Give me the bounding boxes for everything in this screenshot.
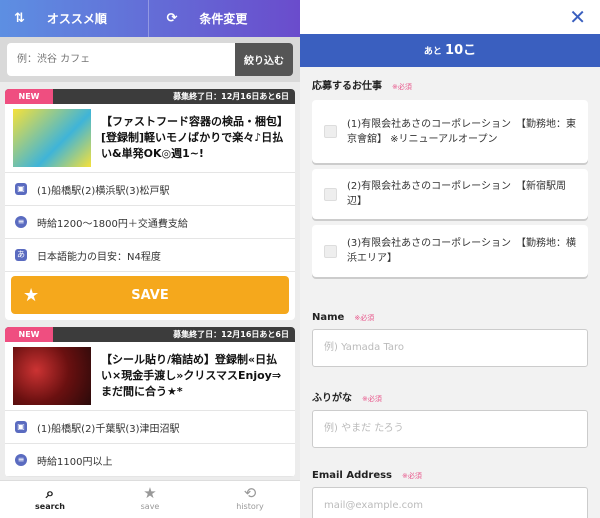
new-badge: NEW: [5, 327, 53, 342]
required-mark: ※必須: [402, 472, 422, 480]
nav-label: history: [236, 502, 264, 511]
job-image: [13, 347, 91, 405]
language: 日本語能力の目安：N4程度: [37, 251, 161, 263]
star-icon: ★: [143, 484, 157, 502]
job-list-panel: ⇅ オススメ順 ⟳ 条件変更 絞り込む NEW 募集終了日：12月16日あと6日 【フ…: [0, 0, 300, 518]
nav-label: save: [140, 502, 160, 511]
name-label: Name: [312, 312, 345, 323]
filter-button[interactable]: ⟳ 条件変更: [147, 0, 301, 37]
required-mark: ※必須: [354, 314, 375, 322]
checkbox[interactable]: [324, 187, 337, 201]
save-button[interactable]: ★ SAVE: [11, 276, 289, 314]
sort-button[interactable]: ⇅ オススメ順: [0, 0, 148, 37]
coins-icon: ≡: [15, 216, 27, 228]
language-icon: あ: [15, 249, 27, 261]
job-option[interactable]: (2)有限会社あさのコーポレーション 【新宿駅周辺】: [312, 169, 588, 219]
history-icon: ⟲: [243, 484, 257, 502]
jobs-label: 応募するお仕事: [312, 81, 382, 92]
name-input[interactable]: 例) Yamada Taro: [312, 329, 588, 367]
nav-save[interactable]: ★ save: [100, 481, 200, 518]
nav-label: search: [35, 502, 65, 511]
search-icon: ⌕: [45, 484, 55, 502]
kana-input[interactable]: 例) やまだ たろう: [312, 410, 588, 448]
station: (1)船橋駅(2)横浜駅(3)松戸駅: [37, 185, 170, 197]
job-option-label: (3)有限会社あさのコーポレーション 【勤務地：横浜エリア】: [347, 238, 576, 264]
email-input[interactable]: mail@example.com: [312, 487, 588, 518]
search-bar: 絞り込む: [0, 37, 300, 82]
job-title[interactable]: 【シール貼り/箱詰め】登録制«日払い×現金手渡し»クリスマスEnjoy⇒まだ間に…: [101, 352, 287, 400]
deadline: 募集終了日：12月16日あと6日: [173, 330, 289, 339]
refresh-icon: ⟳: [166, 11, 178, 26]
deadline: 募集終了日：12月16日あと6日: [173, 92, 289, 101]
email-label: Email Address: [312, 470, 393, 481]
remaining-count: 10こ: [445, 43, 477, 58]
apply-form-panel: ✕ あと 10こ 応募するお仕事 ※必須 (1)有限会社あさのコーポレーション 【…: [300, 0, 600, 518]
job-option-label: (1)有限会社あさのコーポレーション 【勤務地：東京會舘】 ※リニューアルオープ…: [347, 118, 576, 145]
job-title[interactable]: 【ファストフード容器の検品・梱包】[登録制]軽いモノばかりで楽々♪日払い&単発O…: [101, 114, 287, 162]
sort-label: オススメ順: [46, 12, 107, 26]
job-image: [13, 109, 91, 167]
bottom-nav: ⌕ search ★ save ⟲ history: [0, 480, 300, 518]
remaining-bar: あと 10こ: [300, 34, 600, 67]
close-icon[interactable]: ✕: [569, 5, 586, 29]
checkbox[interactable]: [324, 244, 337, 258]
kana-label: ふりがな: [312, 393, 352, 404]
train-icon: ▣: [15, 183, 27, 195]
remaining-prefix: あと: [423, 47, 442, 57]
search-button[interactable]: 絞り込む: [235, 43, 293, 76]
filter-label: 条件変更: [199, 12, 248, 26]
job-card[interactable]: NEW 募集終了日：12月16日あと6日 【ファストフード容器の検品・梱包】[登録…: [5, 89, 295, 320]
search-input[interactable]: [7, 43, 235, 76]
coins-icon: ≡: [15, 454, 27, 466]
job-card[interactable]: NEW 募集終了日：12月16日あと6日 【シール貼り/箱詰め】登録制«日払い×現…: [5, 327, 295, 477]
job-option-label: (2)有限会社あさのコーポレーション 【新宿駅周辺】: [347, 181, 566, 207]
train-icon: ▣: [15, 421, 27, 433]
star-icon: ★: [23, 284, 40, 306]
required-mark: ※必須: [392, 83, 412, 91]
job-option[interactable]: (3)有限会社あさのコーポレーション 【勤務地：横浜エリア】: [312, 225, 588, 277]
station: (1)船橋駅(2)千葉駅(3)津田沼駅: [37, 423, 180, 435]
new-badge: NEW: [5, 89, 53, 104]
checkbox[interactable]: [324, 125, 337, 138]
nav-history[interactable]: ⟲ history: [200, 481, 300, 518]
sort-icon: ⇅: [14, 11, 25, 26]
wage: 時給1200〜1800円＋交通費支給: [37, 218, 188, 230]
required-mark: ※必須: [362, 395, 382, 403]
header: ⇅ オススメ順 ⟳ 条件変更: [0, 0, 300, 37]
save-label: SAVE: [131, 287, 169, 303]
nav-search[interactable]: ⌕ search: [0, 481, 100, 518]
wage: 時給1100円以上: [37, 456, 113, 468]
job-option[interactable]: (1)有限会社あさのコーポレーション 【勤務地：東京會舘】 ※リニューアルオープ…: [312, 100, 588, 163]
